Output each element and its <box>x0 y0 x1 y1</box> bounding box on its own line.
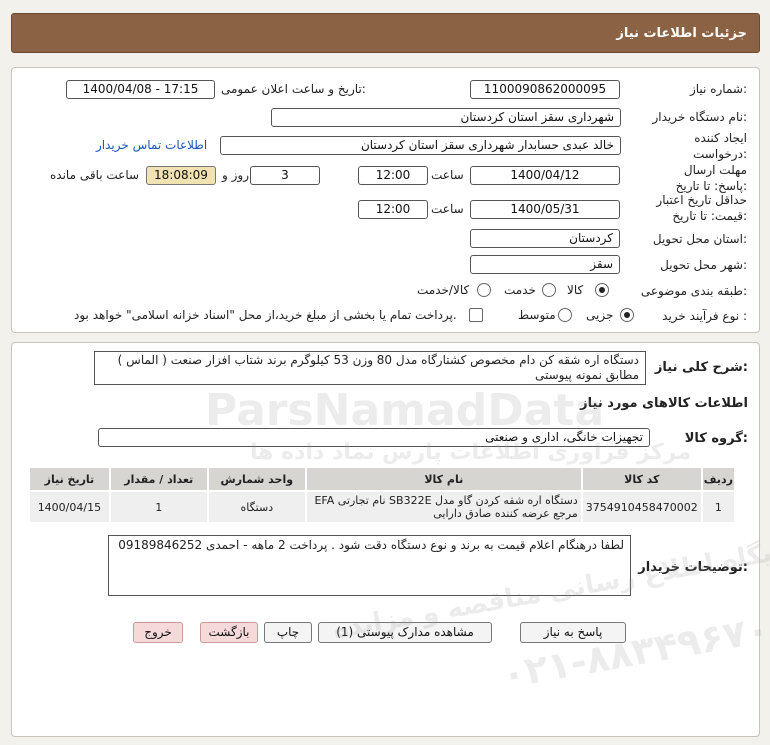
page-title: جزئیات اطلاعات نیاز <box>616 26 747 41</box>
creator-field: خالد عبدی حسابدار شهرداری سقز استان کردس… <box>220 136 621 155</box>
remaining-time-field: 18:08:09 <box>146 166 216 185</box>
category-both-radio[interactable] <box>477 283 491 297</box>
announce-field: 1400/04/08 - 17:15 <box>66 80 215 99</box>
table-row: 1 3754910458470002 دستگاه اره شقه کردن گ… <box>28 490 737 524</box>
validity-time-label: ساعت <box>431 202 464 216</box>
cell-code: 3754910458470002 <box>580 490 703 524</box>
treasury-checkbox[interactable] <box>469 308 483 322</box>
col-row: ردیف <box>700 466 737 492</box>
remaining-label: ساعت باقی مانده <box>50 168 140 182</box>
goods-group-field: تجهیزات خانگی، اداری و صنعتی <box>98 428 650 447</box>
col-date: تاریخ نیاز <box>28 466 111 492</box>
buyer-contact-link[interactable]: اطلاعات تماس خریدار <box>96 138 207 152</box>
cell-name: دستگاه اره شقه کردن گاو مدل SB322E نام ت… <box>304 490 583 524</box>
process-medium-radio[interactable] <box>558 308 572 322</box>
buyer-org-label: نام دستگاه خریدار: <box>652 110 748 124</box>
province-label: استان محل تحویل: <box>652 232 747 246</box>
creator-label: ایجاد کننده درخواست: <box>693 131 747 161</box>
category-goods-radio[interactable] <box>595 283 609 297</box>
items-section-title: اطلاعات کالاهای مورد نیاز <box>580 396 748 411</box>
category-service-label: خدمت <box>504 283 536 297</box>
days-label: روز و <box>222 168 249 182</box>
announce-label: تاریخ و ساعت اعلان عمومی: <box>221 82 366 96</box>
buyer-notes-field: لطفا درهنگام اعلام قیمت به برند و نوع دس… <box>108 535 631 596</box>
col-unit: واحد شمارش <box>206 466 307 492</box>
page-header: جزئیات اطلاعات نیاز <box>11 13 760 53</box>
deadline-time-field: 12:00 <box>358 166 428 185</box>
buyer-org-field: شهرداری سقز استان کردستان <box>271 108 621 127</box>
cell-qty: 1 <box>108 490 209 524</box>
need-number-field: 1100090862000095 <box>470 80 620 99</box>
treasury-note: پرداخت تمام یا بخشی از مبلغ خرید،از محل … <box>74 308 457 322</box>
exit-button[interactable]: خروج <box>133 622 183 643</box>
deadline-time-label: ساعت <box>431 168 464 182</box>
city-label: شهر محل تحویل: <box>660 258 747 272</box>
province-field: کردستان <box>470 229 620 248</box>
back-button[interactable]: بازگشت <box>200 622 258 643</box>
validity-date-field: 1400/05/31 <box>470 200 620 219</box>
category-service-radio[interactable] <box>542 283 556 297</box>
cell-unit: دستگاه <box>206 490 307 524</box>
city-field: سقز <box>470 255 620 274</box>
cell-date: 1400/04/15 <box>28 490 111 524</box>
col-name: نام کالا <box>304 466 583 492</box>
reply-button[interactable]: پاسخ به نیاز <box>520 622 626 643</box>
validity-label: حداقل تاریخ اعتبار قیمت: تا تاریخ: <box>656 193 747 223</box>
category-both-label: کالا/خدمت <box>417 283 470 297</box>
col-qty: تعداد / مقدار <box>108 466 209 492</box>
need-number-label: شماره نیاز: <box>689 82 747 96</box>
category-label: طبقه بندی موضوعی: <box>640 284 747 298</box>
days-remaining-field: 3 <box>250 166 320 185</box>
buyer-notes-label: توضیحات خریدار: <box>638 560 748 575</box>
process-medium-label: متوسط <box>518 308 556 322</box>
validity-time-field: 12:00 <box>358 200 428 219</box>
items-table: ردیف کد کالا نام کالا واحد شمارش تعداد /… <box>28 466 737 524</box>
process-label: نوع فرآیند خرید : <box>662 309 747 323</box>
process-minor-label: جزیی <box>586 308 614 322</box>
cell-row: 1 <box>700 490 737 524</box>
goods-group-label: گروه کالا: <box>684 431 748 446</box>
description-field: دستگاه اره شقه کن دام مخصوص کشتارگاه مدل… <box>94 351 646 385</box>
description-label: شرح کلی نیاز: <box>654 360 748 375</box>
view-docs-button[interactable]: مشاهده مدارک پیوستی (1) <box>318 622 492 643</box>
category-goods-label: کالا <box>567 283 584 297</box>
process-minor-radio[interactable] <box>620 308 634 322</box>
print-button[interactable]: چاپ <box>264 622 312 643</box>
deadline-date-field: 1400/04/12 <box>470 166 620 185</box>
col-code: کد کالا <box>580 466 703 492</box>
deadline-label: مهلت ارسال پاسخ: تا تاریخ: <box>675 163 747 193</box>
